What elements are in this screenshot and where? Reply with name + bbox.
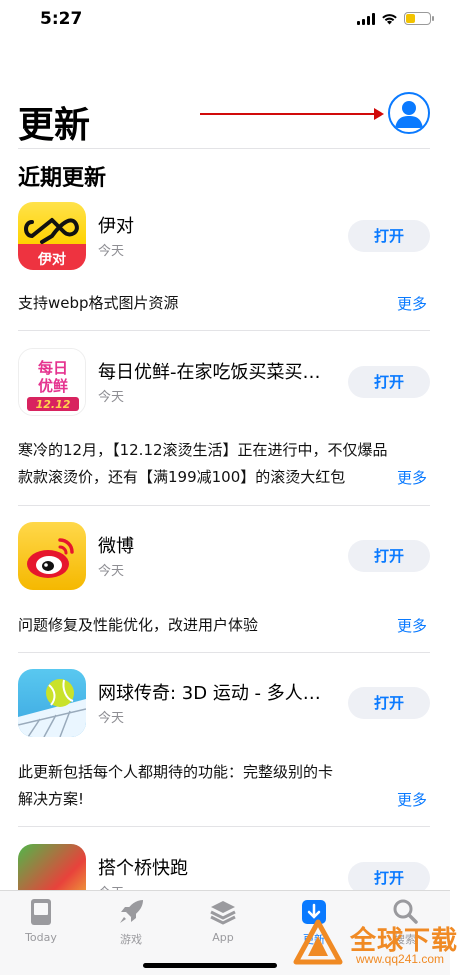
divider <box>18 652 430 653</box>
app-name: 搭个桥快跑 <box>98 858 188 879</box>
missfresh-logo-icon: 每日 优鲜 12.12 <box>19 349 85 415</box>
status-bar: 5:27 <box>0 0 467 44</box>
open-button[interactable]: 打开 <box>348 540 430 572</box>
release-note: 问题修复及性能优化，改进用户体验 <box>18 616 259 634</box>
status-time: 5:27 <box>40 9 83 29</box>
today-icon <box>31 899 51 925</box>
more-link[interactable]: 更多 <box>397 615 427 636</box>
account-button[interactable] <box>388 92 430 134</box>
annotation-arrow <box>200 108 384 120</box>
signal-icon <box>357 12 375 25</box>
tennis-ball-icon <box>18 679 86 737</box>
svg-text:优鲜: 优鲜 <box>38 377 68 395</box>
release-note-line: 解决方案! <box>18 790 85 808</box>
layers-icon <box>210 901 236 925</box>
tab-label: 游戏 <box>120 933 142 946</box>
divider <box>18 505 430 506</box>
tab-label: Today <box>25 931 57 944</box>
app-date: 今天 <box>98 390 125 405</box>
tab-label: App <box>212 931 234 944</box>
more-link[interactable]: 更多 <box>397 467 427 488</box>
home-indicator <box>143 963 277 968</box>
open-button[interactable]: 打开 <box>348 366 430 398</box>
app-date: 今天 <box>98 711 125 726</box>
release-note-line: 寒冷的12月，【12.12滚烫生活】正在进行中，不仅爆品 <box>18 441 388 459</box>
wifi-icon <box>382 13 397 24</box>
open-button[interactable]: 打开 <box>348 687 430 719</box>
app-icon-tennis[interactable] <box>18 669 86 737</box>
open-button[interactable]: 打开 <box>348 220 430 252</box>
more-link[interactable]: 更多 <box>397 293 427 314</box>
page-title: 更新 <box>18 105 91 146</box>
release-note-line: 款款滚烫价，还有【满199减100】的滚烫大红包 <box>18 468 346 486</box>
watermark-url: www.qq241.com <box>356 952 445 966</box>
status-icons <box>357 12 434 25</box>
divider <box>18 330 430 331</box>
app-icon-yidui[interactable]: 伊对 <box>18 202 86 270</box>
list-item: 网球传奇: 3D 运动 - 多人在线 今天 打开 <box>18 669 430 739</box>
yidui-logo-icon: 伊对 <box>24 218 79 268</box>
svg-text:每日: 每日 <box>38 359 68 377</box>
divider <box>18 826 430 827</box>
section-title: 近期更新 <box>18 166 107 191</box>
list-item: 微博 今天 打开 <box>18 522 430 592</box>
more-link[interactable]: 更多 <box>397 789 427 810</box>
app-name: 每日优鲜-在家吃饭买菜买水果 <box>98 362 338 383</box>
app-name: 微博 <box>98 536 134 557</box>
watermark: 全球下载 www.qq241.com <box>292 918 462 970</box>
app-name: 伊对 <box>98 216 134 237</box>
app-date: 今天 <box>98 564 125 579</box>
app-icon-missfresh[interactable]: 每日 优鲜 12.12 <box>18 348 86 416</box>
app-name: 网球传奇: 3D 运动 - 多人在线 <box>98 683 338 704</box>
tab-games[interactable]: 游戏 <box>101 897 161 947</box>
app-date: 今天 <box>98 244 125 259</box>
svg-text:伊对: 伊对 <box>37 251 66 268</box>
weibo-logo-icon <box>27 538 74 578</box>
list-item: 每日 优鲜 12.12 每日优鲜-在家吃饭买菜买水果 今天 打开 <box>18 348 430 418</box>
divider <box>18 148 430 149</box>
watermark-logo-icon <box>293 919 343 965</box>
app-icon-weibo[interactable] <box>18 522 86 590</box>
list-item: 伊对 伊对 今天 打开 <box>18 202 430 272</box>
rocket-icon <box>120 900 143 923</box>
tab-apps[interactable]: App <box>193 897 253 944</box>
svg-text:12.12: 12.12 <box>36 398 71 411</box>
tab-today[interactable]: Today <box>11 897 71 944</box>
account-icon <box>395 101 423 128</box>
battery-icon <box>404 12 434 25</box>
release-note: 支持webp格式图片资源 <box>18 294 179 312</box>
release-note-line: 此更新包括每个人都期待的功能：完整级别的卡 <box>18 763 334 781</box>
